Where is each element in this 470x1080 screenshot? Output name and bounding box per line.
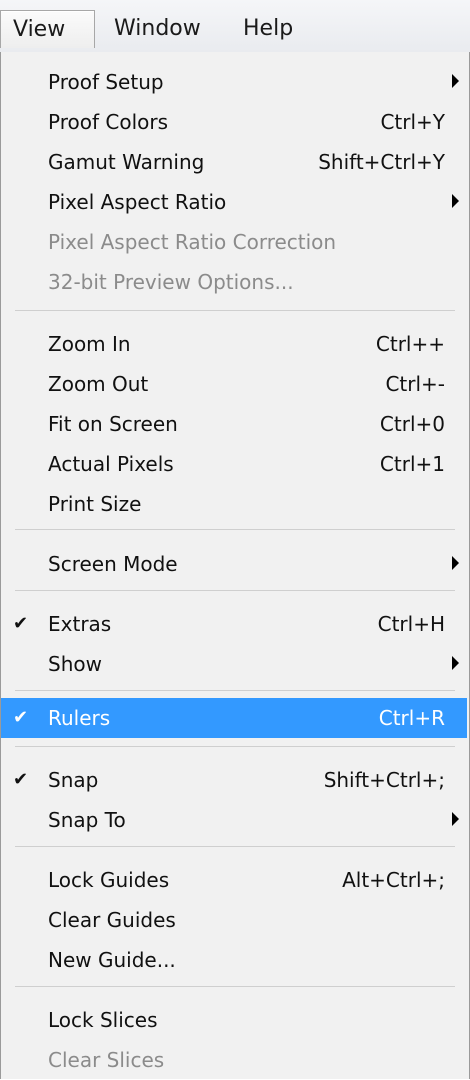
menu-window[interactable]: Window [102,10,220,48]
menu-item-label: Zoom Out [48,372,149,396]
menu-separator [15,310,455,311]
menu-item-label: Zoom In [48,332,131,356]
menu-item-label: Rulers [48,706,111,730]
check-icon: ✔ [13,707,29,728]
menu-item-actual-pixels[interactable]: Actual Pixels Ctrl+1 [1,444,467,484]
menu-item-rulers[interactable]: ✔ Rulers Ctrl+R [1,698,467,738]
menu-item-extras[interactable]: ✔ Extras Ctrl+H [1,604,467,644]
menu-item-label: New Guide... [48,948,176,972]
menu-help-label: Help [243,16,294,41]
menu-item-label: Clear Slices [48,1048,165,1072]
menu-item-label: Proof Setup [48,70,164,94]
check-icon: ✔ [13,769,29,790]
menu-item-show[interactable]: Show [1,644,467,684]
menu-separator [15,529,455,530]
menu-item-screen-mode[interactable]: Screen Mode [1,544,467,584]
menu-item-label: Lock Guides [48,868,170,892]
menu-item-label: 32-bit Preview Options... [48,270,294,294]
menu-item-label: Screen Mode [48,552,178,576]
menu-help[interactable]: Help [231,10,315,48]
submenu-arrow-icon [452,812,459,826]
menu-item-label: Snap [48,768,99,792]
menu-item-zoom-out[interactable]: Zoom Out Ctrl+- [1,364,467,404]
check-icon: ✔ [13,613,29,634]
menu-item-shortcut: Ctrl+R [378,706,445,730]
menu-item-label: Clear Guides [48,908,176,932]
menu-item-label: Lock Slices [48,1008,158,1032]
menu-item-label: Snap To [48,808,126,832]
menu-item-label: Pixel Aspect Ratio Correction [48,230,337,254]
menu-item-shortcut: Ctrl+0 [379,412,445,436]
menu-separator [15,690,455,691]
menu-item-label: Gamut Warning [48,150,205,174]
menu-bar: View Window Help [0,0,470,53]
menu-item-label: Actual Pixels [48,452,174,476]
submenu-arrow-icon [452,556,459,570]
menu-item-new-guide[interactable]: New Guide... [1,940,467,980]
menu-item-shortcut: Ctrl++ [375,332,445,356]
menu-item-zoom-in[interactable]: Zoom In Ctrl++ [1,324,467,364]
menu-separator [15,590,455,591]
menu-item-shortcut: Ctrl+H [377,612,445,636]
menu-item-proof-colors[interactable]: Proof Colors Ctrl+Y [1,102,467,142]
menu-item-proof-setup[interactable]: Proof Setup [1,62,467,102]
menu-item-shortcut: Shift+Ctrl+Y [318,150,445,174]
menu-item-label: Proof Colors [48,110,168,134]
menu-item-shortcut: Ctrl+- [385,372,445,396]
menu-item-32bit-preview-options: 32-bit Preview Options... [1,262,467,302]
menu-item-pixel-aspect-ratio[interactable]: Pixel Aspect Ratio [1,182,467,222]
menu-item-snap-to[interactable]: Snap To [1,800,467,840]
menu-item-gamut-warning[interactable]: Gamut Warning Shift+Ctrl+Y [1,142,467,182]
view-menu-dropdown: Proof Setup Proof Colors Ctrl+Y Gamut Wa… [0,52,470,1079]
menu-item-pixel-aspect-ratio-correction: Pixel Aspect Ratio Correction [1,222,467,262]
menu-window-label: Window [114,16,201,41]
menu-item-clear-guides[interactable]: Clear Guides [1,900,467,940]
menu-item-shortcut: Alt+Ctrl+; [342,868,445,892]
menu-item-label: Print Size [48,492,142,516]
menu-item-shortcut: Ctrl+1 [379,452,445,476]
menu-item-lock-guides[interactable]: Lock Guides Alt+Ctrl+; [1,860,467,900]
menu-item-label: Show [48,652,102,676]
menu-item-print-size[interactable]: Print Size [1,484,467,524]
menu-item-label: Fit on Screen [48,412,178,436]
menu-view-label: View [13,17,66,42]
menu-separator [15,846,455,847]
menu-item-lock-slices[interactable]: Lock Slices [1,1000,467,1040]
menu-item-label: Extras [48,612,112,636]
menu-separator [15,746,455,747]
menu-item-snap[interactable]: ✔ Snap Shift+Ctrl+; [1,760,467,800]
menu-item-fit-on-screen[interactable]: Fit on Screen Ctrl+0 [1,404,467,444]
submenu-arrow-icon [452,656,459,670]
menu-item-shortcut: Ctrl+Y [380,110,445,134]
menu-item-label: Pixel Aspect Ratio [48,190,227,214]
menu-view[interactable]: View [0,10,95,48]
menu-item-clear-slices: Clear Slices [1,1040,467,1080]
submenu-arrow-icon [452,74,459,88]
menu-separator [15,986,455,987]
menu-item-shortcut: Shift+Ctrl+; [323,768,445,792]
submenu-arrow-icon [452,194,459,208]
